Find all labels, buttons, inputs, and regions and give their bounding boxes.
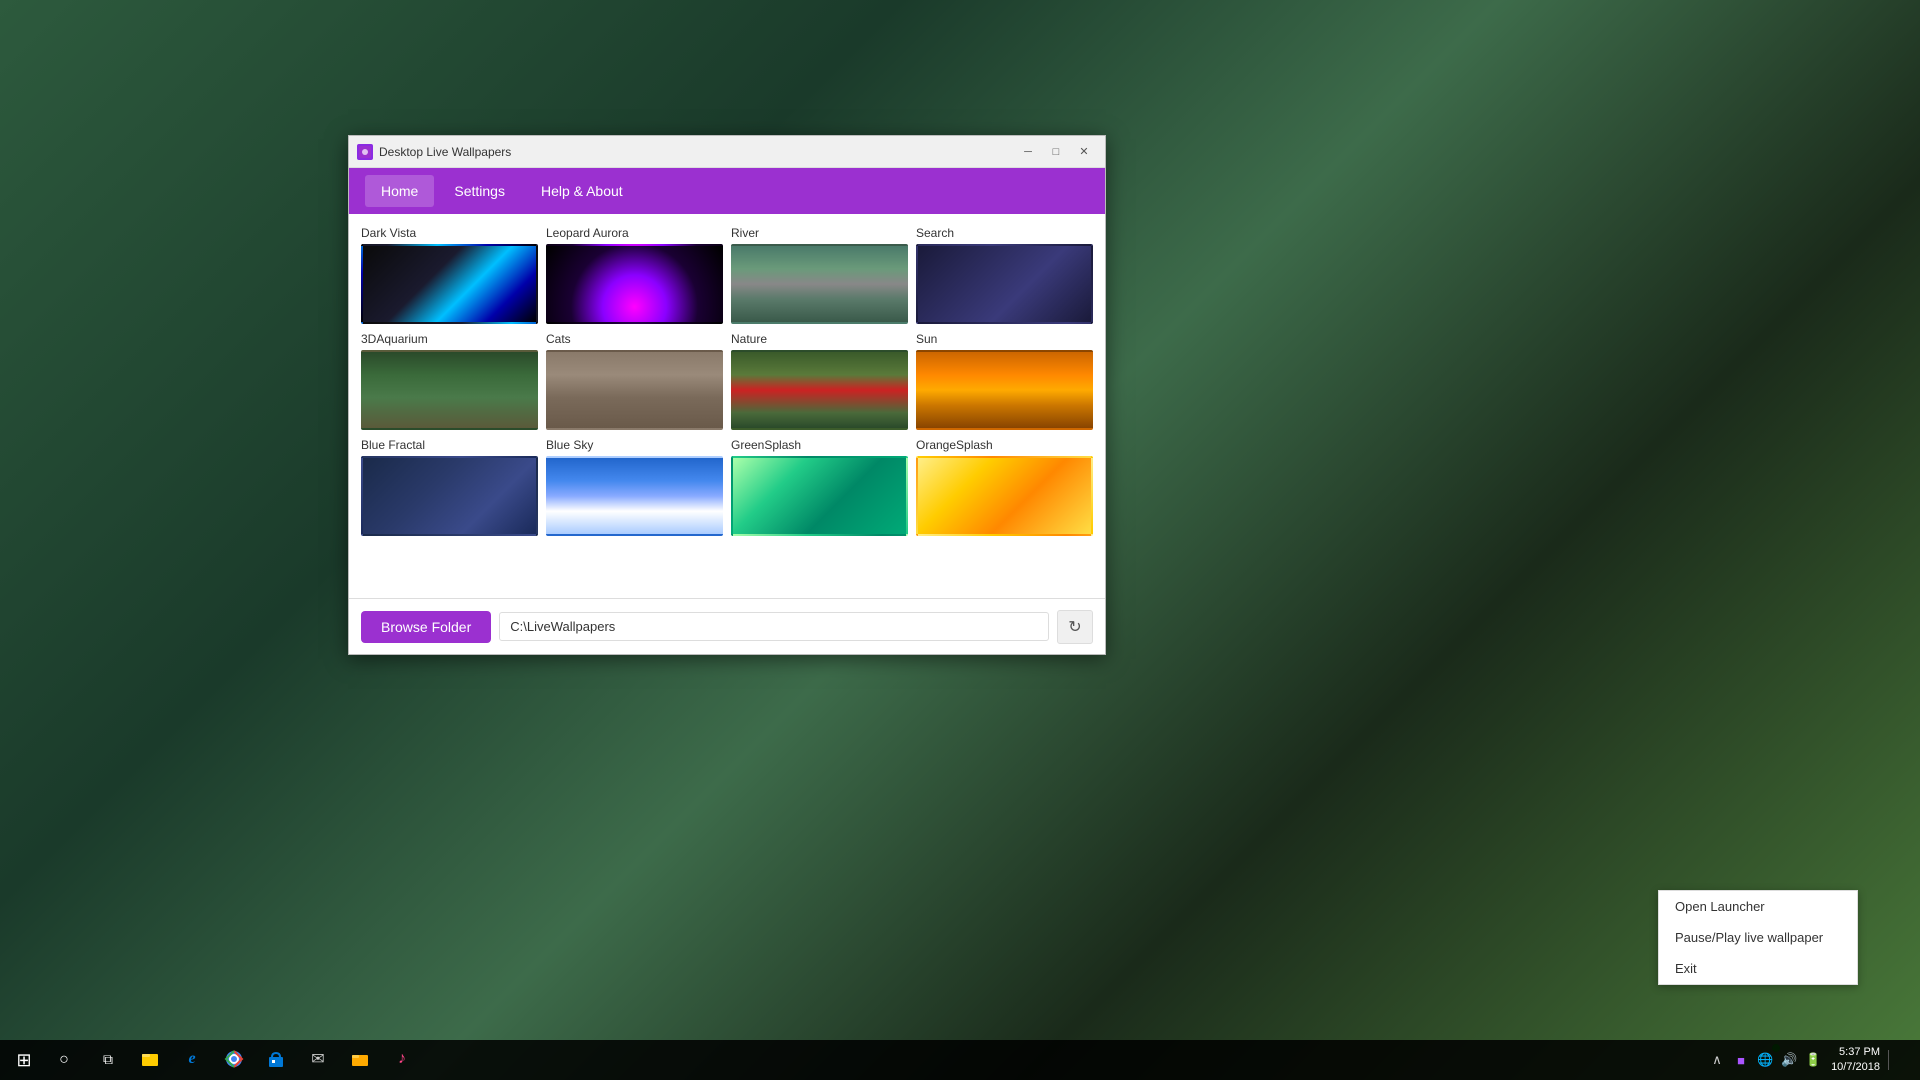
app-icon bbox=[357, 144, 373, 160]
start-button[interactable]: ⊞ bbox=[4, 1040, 44, 1080]
context-menu-item-pause-play[interactable]: Pause/Play live wallpaper bbox=[1659, 922, 1857, 953]
taskbar-app-chrome[interactable] bbox=[214, 1040, 254, 1080]
wallpaper-item-orangesplash[interactable]: OrangeSplash bbox=[916, 438, 1093, 536]
tray-network-icon[interactable]: 🌐 bbox=[1755, 1050, 1775, 1070]
browse-folder-button[interactable]: Browse Folder bbox=[361, 611, 491, 643]
wallpaper-thumb-greensplash bbox=[731, 456, 908, 536]
wallpaper-label-river: River bbox=[731, 226, 908, 240]
window-title: Desktop Live Wallpapers bbox=[379, 145, 1015, 159]
wallpaper-label-leopard-aurora: Leopard Aurora bbox=[546, 226, 723, 240]
wallpaper-item-sun[interactable]: Sun bbox=[916, 332, 1093, 430]
bottom-bar: Browse Folder ↻ bbox=[349, 598, 1105, 654]
nav-bar: Home Settings Help & About bbox=[349, 168, 1105, 214]
wallpaper-thumb-river bbox=[731, 244, 908, 324]
taskbar-app-music[interactable]: ♪ bbox=[382, 1040, 422, 1080]
wallpaper-label-3daquarium: 3DAquarium bbox=[361, 332, 538, 346]
wallpaper-thumb-search bbox=[916, 244, 1093, 324]
tray-battery-icon[interactable]: 🔋 bbox=[1803, 1050, 1823, 1070]
window-controls: ─ □ ✕ bbox=[1015, 142, 1097, 162]
wallpaper-label-blue-fractal: Blue Fractal bbox=[361, 438, 538, 452]
wallpaper-item-cats[interactable]: Cats bbox=[546, 332, 723, 430]
minimize-button[interactable]: ─ bbox=[1015, 142, 1041, 162]
wallpaper-thumb-cats bbox=[546, 350, 723, 430]
wallpaper-label-nature: Nature bbox=[731, 332, 908, 346]
wallpaper-item-greensplash[interactable]: GreenSplash bbox=[731, 438, 908, 536]
context-menu-item-exit[interactable]: Exit bbox=[1659, 953, 1857, 984]
taskbar-apps: ⧉ e ✉ ♪ bbox=[88, 1040, 1699, 1080]
wallpaper-item-search[interactable]: Search bbox=[916, 226, 1093, 324]
taskbar-tray: ∧ ■ 🌐 🔊 🔋 5:37 PM 10/7/2018 bbox=[1699, 1045, 1916, 1076]
refresh-button[interactable]: ↻ bbox=[1057, 610, 1093, 644]
wallpaper-thumb-nature bbox=[731, 350, 908, 430]
app-window: Desktop Live Wallpapers ─ □ ✕ Home Setti… bbox=[348, 135, 1106, 655]
wallpaper-thumb-blue-fractal bbox=[361, 456, 538, 536]
wallpaper-item-nature[interactable]: Nature bbox=[731, 332, 908, 430]
tray-wallpaper-icon[interactable]: ■ bbox=[1731, 1050, 1751, 1070]
taskbar-app-explorer[interactable] bbox=[130, 1040, 170, 1080]
close-button[interactable]: ✕ bbox=[1071, 142, 1097, 162]
wallpaper-thumb-sun bbox=[916, 350, 1093, 430]
taskbar-app-folder2[interactable] bbox=[340, 1040, 380, 1080]
taskbar-app-taskview[interactable]: ⧉ bbox=[88, 1040, 128, 1080]
wallpaper-item-blue-fractal[interactable]: Blue Fractal bbox=[361, 438, 538, 536]
wallpaper-label-cats: Cats bbox=[546, 332, 723, 346]
wallpaper-thumb-blue-sky bbox=[546, 456, 723, 536]
clock-time: 5:37 PM bbox=[1831, 1045, 1880, 1060]
title-bar: Desktop Live Wallpapers ─ □ ✕ bbox=[349, 136, 1105, 168]
wallpaper-item-leopard-aurora[interactable]: Leopard Aurora bbox=[546, 226, 723, 324]
nav-item-help[interactable]: Help & About bbox=[525, 175, 639, 207]
wallpaper-label-greensplash: GreenSplash bbox=[731, 438, 908, 452]
wallpaper-thumb-dark-vista bbox=[361, 244, 538, 324]
nav-item-home[interactable]: Home bbox=[365, 175, 434, 207]
taskbar-app-mail[interactable]: ✉ bbox=[298, 1040, 338, 1080]
taskbar-app-store[interactable] bbox=[256, 1040, 296, 1080]
tray-clock[interactable]: 5:37 PM 10/7/2018 bbox=[1827, 1045, 1884, 1076]
wallpaper-item-blue-sky[interactable]: Blue Sky bbox=[546, 438, 723, 536]
wallpaper-item-river[interactable]: River bbox=[731, 226, 908, 324]
wallpaper-thumb-orangesplash bbox=[916, 456, 1093, 536]
wallpaper-label-sun: Sun bbox=[916, 332, 1093, 346]
context-menu-item-open-launcher[interactable]: Open Launcher bbox=[1659, 891, 1857, 922]
wallpaper-item-dark-vista[interactable]: Dark Vista bbox=[361, 226, 538, 324]
context-menu: Open Launcher Pause/Play live wallpaper … bbox=[1658, 890, 1858, 985]
tray-show-desktop[interactable] bbox=[1888, 1050, 1908, 1070]
wallpaper-label-blue-sky: Blue Sky bbox=[546, 438, 723, 452]
wallpaper-thumb-leopard-aurora bbox=[546, 244, 723, 324]
nav-item-settings[interactable]: Settings bbox=[438, 175, 521, 207]
taskbar-app-edge[interactable]: e bbox=[172, 1040, 212, 1080]
wallpaper-item-3daquarium[interactable]: 3DAquarium bbox=[361, 332, 538, 430]
tray-expand-icon[interactable]: ∧ bbox=[1707, 1050, 1727, 1070]
wallpaper-grid: Dark Vista Leopard Aurora River Search 3DAqu… bbox=[349, 214, 1105, 598]
tray-volume-icon[interactable]: 🔊 bbox=[1779, 1050, 1799, 1070]
wallpaper-thumb-3daquarium bbox=[361, 350, 538, 430]
wallpaper-label-search: Search bbox=[916, 226, 1093, 240]
wallpaper-label-dark-vista: Dark Vista bbox=[361, 226, 538, 240]
path-input[interactable] bbox=[499, 612, 1049, 641]
clock-date: 10/7/2018 bbox=[1831, 1060, 1880, 1075]
wallpaper-label-orangesplash: OrangeSplash bbox=[916, 438, 1093, 452]
maximize-button[interactable]: □ bbox=[1043, 142, 1069, 162]
taskbar: ⊞ ○ ⧉ e ✉ ♪ ∧ bbox=[0, 1040, 1920, 1080]
cortana-button[interactable]: ○ bbox=[44, 1040, 84, 1080]
